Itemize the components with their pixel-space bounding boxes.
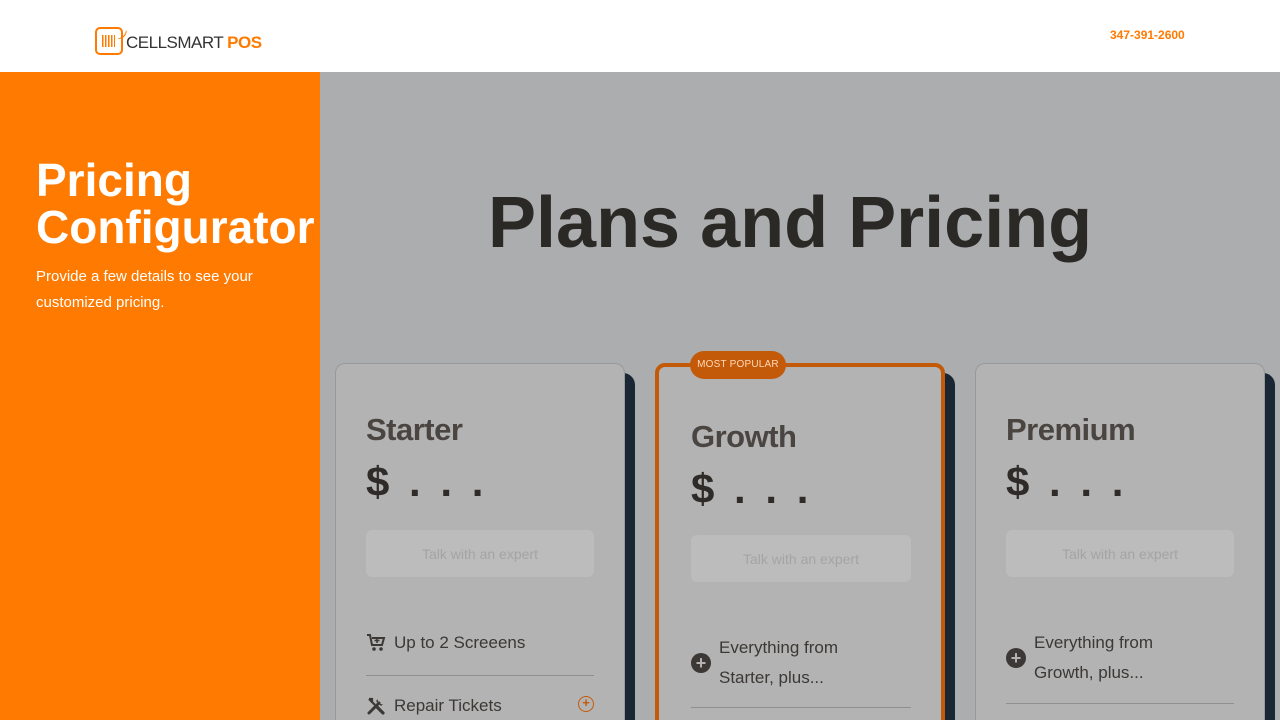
plus-circle-icon: + <box>1006 648 1026 668</box>
most-popular-badge: MOST POPULAR <box>690 351 786 379</box>
plan-card-starter: Starter $ . . . Talk with an expert Up t… <box>335 363 625 720</box>
top-navigation-bar: ) CELLSMART POS 347-391-2600 <box>0 0 1280 72</box>
talk-with-expert-button[interactable]: Talk with an expert <box>1006 530 1234 577</box>
plan-card-premium: Premium $ . . . Talk with an expert + Ev… <box>975 363 1265 720</box>
barcode-icon: ) <box>95 27 130 55</box>
feature-label: Everything from Starter, plus... <box>719 638 839 687</box>
sidebar-title: Pricing Configurator <box>36 154 315 253</box>
divider <box>691 707 911 708</box>
plan-card-growth: Growth $ . . . Talk with an expert + Eve… <box>655 363 945 720</box>
plan-name: Growth <box>691 419 797 454</box>
cart-icon <box>366 633 386 653</box>
feature-label: Repair Tickets <box>394 696 502 715</box>
plan-name: Premium <box>1006 412 1136 447</box>
feature-item: + Everything from Starter, plus... <box>691 633 891 693</box>
logo-text: CELLSMART POS <box>126 33 262 52</box>
plus-circle-icon: + <box>691 653 711 673</box>
feature-label: Everything from Growth, plus... <box>1034 633 1154 682</box>
talk-with-expert-button[interactable]: Talk with an expert <box>366 530 594 577</box>
sidebar-subtitle: Provide a few details to see your custom… <box>36 268 253 311</box>
cellsmart-pos-logo[interactable]: ) CELLSMART POS <box>95 17 262 55</box>
plan-price: $ . . . <box>366 458 488 505</box>
plan-name: Starter <box>366 412 463 447</box>
expand-plus-icon[interactable]: + <box>578 696 594 712</box>
divider <box>1006 703 1234 704</box>
plan-price: $ . . . <box>1006 458 1128 505</box>
feature-item[interactable]: Repair Tickets <box>366 691 502 720</box>
talk-with-expert-button[interactable]: Talk with an expert <box>691 535 911 582</box>
phone-number-link[interactable]: 347-391-2600 <box>1110 28 1185 42</box>
configurator-sidebar: Pricing Configurator Provide a few detai… <box>0 72 320 720</box>
page-title: Plans and Pricing <box>488 183 1093 263</box>
divider <box>366 675 594 676</box>
plan-price: $ . . . <box>691 465 813 512</box>
tools-icon <box>366 696 386 716</box>
feature-item: + Everything from Growth, plus... <box>1006 628 1206 688</box>
feature-item: Up to 2 Screeens <box>366 628 525 658</box>
feature-label: Up to 2 Screeens <box>394 633 526 652</box>
